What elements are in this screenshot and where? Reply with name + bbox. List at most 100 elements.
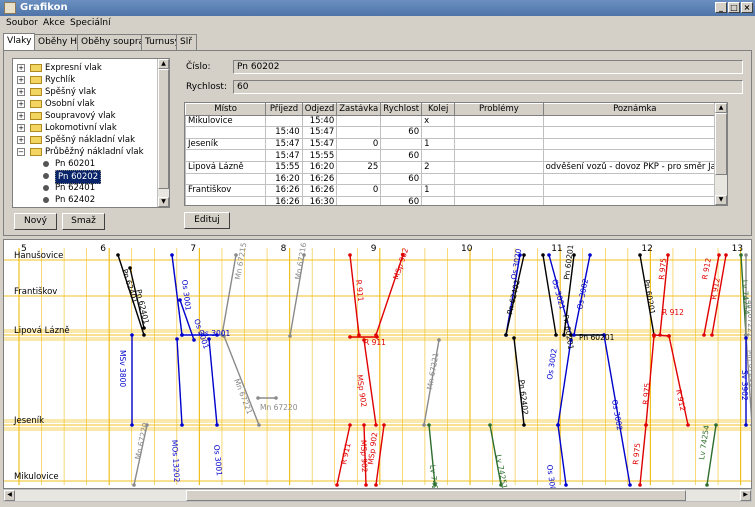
table-cell[interactable]: 15:55 (301, 149, 338, 162)
table-row[interactable]: 16:26 16:30 60 (185, 195, 727, 205)
new-button[interactable]: Nový (14, 213, 57, 230)
table-cell[interactable]: 16:20 (301, 160, 338, 174)
scroll-up-icon[interactable]: ▲ (715, 103, 727, 113)
collapse-icon[interactable]: − (17, 148, 25, 156)
table-row[interactable]: Františkov 16:26 16:26 0 1 (185, 184, 727, 197)
table-cell[interactable]: 15:47 (301, 126, 338, 139)
tab-obehy-hv[interactable]: Oběhy HV (34, 34, 83, 50)
table-cell[interactable] (454, 126, 544, 139)
table-cell[interactable] (185, 126, 267, 139)
expand-icon[interactable]: + (17, 136, 25, 144)
table-cell[interactable]: 16:26 (301, 184, 338, 197)
maximize-button[interactable]: □ (728, 2, 740, 13)
table-cell[interactable]: 1 (421, 184, 456, 197)
scroll-left-icon[interactable]: ◀ (4, 490, 15, 501)
tree-scrollbar[interactable]: ▲ ▼ (157, 59, 169, 207)
table-cell[interactable]: Jeseník (185, 137, 267, 151)
graph-horizontal-scrollbar[interactable]: ◀ ▶ (3, 489, 752, 502)
menu-soubor[interactable]: Soubor (6, 18, 38, 28)
column-header[interactable]: Rychlost (380, 103, 423, 116)
train-graph[interactable]: Hanušovice Františkov Lipová Lázně Jeseník M… (3, 239, 752, 489)
table-cell[interactable] (380, 160, 423, 174)
train-path[interactable] (557, 424, 567, 486)
table-cell[interactable] (454, 137, 544, 151)
table-cell[interactable]: 60 (380, 126, 423, 139)
table-row[interactable]: Mikulovice 15:40 x (185, 114, 727, 128)
table-cell[interactable] (542, 149, 727, 162)
table-cell[interactable] (380, 114, 423, 128)
table-cell[interactable]: 16:26 (301, 172, 338, 186)
table-cell[interactable] (542, 114, 727, 128)
column-header[interactable]: Poznámka (542, 103, 727, 116)
table-row[interactable]: 15:40 15:47 60 (185, 126, 727, 139)
table-cell[interactable] (336, 149, 382, 162)
table-cell[interactable] (454, 160, 544, 174)
table-cell[interactable] (380, 184, 423, 197)
table-cell[interactable] (454, 114, 544, 128)
table-row[interactable]: 16:20 16:26 60 (185, 172, 727, 186)
table-cell[interactable] (454, 195, 544, 205)
train-path[interactable] (668, 335, 689, 426)
table-cell[interactable] (185, 149, 267, 162)
table-cell[interactable]: 0 (336, 137, 382, 151)
table-cell[interactable]: 15:55 (265, 160, 303, 174)
scroll-thumb[interactable] (715, 113, 727, 175)
table-cell[interactable] (380, 137, 423, 151)
scroll-thumb[interactable] (186, 490, 686, 501)
table-cell[interactable]: 60 (380, 172, 423, 186)
column-header[interactable]: Odjezd (301, 103, 338, 116)
table-cell[interactable] (542, 126, 727, 139)
scroll-down-icon[interactable]: ▼ (158, 197, 169, 207)
expand-icon[interactable]: + (17, 124, 25, 132)
table-cell[interactable] (454, 172, 544, 186)
table-cell[interactable]: Mikulovice (185, 114, 267, 128)
scroll-up-icon[interactable]: ▲ (158, 59, 169, 69)
table-cell[interactable] (185, 172, 267, 186)
column-header[interactable]: Problémy (454, 103, 544, 116)
table-cell[interactable]: 16:20 (265, 172, 303, 186)
table-cell[interactable]: 2 (421, 160, 456, 174)
table-cell[interactable] (265, 114, 303, 128)
menu-akce[interactable]: Akce (43, 18, 65, 28)
train-path[interactable] (653, 334, 670, 337)
table-cell[interactable]: 0 (336, 184, 382, 197)
table-cell[interactable] (454, 184, 544, 197)
table-cell[interactable]: x (421, 114, 456, 128)
table-cell[interactable] (454, 149, 544, 162)
table-cell[interactable] (336, 172, 382, 186)
scroll-thumb[interactable] (158, 69, 169, 189)
scroll-down-icon[interactable]: ▼ (715, 195, 727, 205)
train-graph-canvas[interactable]: HanušoviceFrantiškovLipová LázněJeseníkM… (4, 240, 752, 489)
table-row[interactable]: Jeseník 15:47 15:47 0 1 (185, 137, 727, 151)
table-cell[interactable]: 16:26 (265, 184, 303, 197)
expand-icon[interactable]: + (17, 76, 25, 84)
table-cell[interactable] (421, 172, 456, 186)
train-tree[interactable]: + Expresní vlak + Rychlík + Spěšný vlak + Os… (12, 58, 170, 208)
table-row[interactable]: Lipová Lázně 15:55 16:20 25 2 odvěšení vozů -… (185, 160, 727, 174)
tab-vlaky[interactable]: Vlaky (3, 33, 35, 50)
expand-icon[interactable]: + (17, 112, 25, 120)
table-cell[interactable] (336, 114, 382, 128)
close-button[interactable]: × (741, 2, 753, 13)
tab-slr[interactable]: Slř (176, 34, 197, 50)
delete-button[interactable]: Smaž (62, 213, 105, 230)
column-header[interactable]: Místo (185, 103, 267, 116)
scroll-right-icon[interactable]: ▶ (740, 490, 751, 501)
table-cell[interactable]: 25 (336, 160, 382, 174)
table-cell[interactable] (421, 126, 456, 139)
table-cell[interactable] (336, 126, 382, 139)
table-cell[interactable]: Františkov (185, 184, 267, 197)
table-cell[interactable]: 15:47 (265, 149, 303, 162)
tab-obehy-souprav[interactable]: Oběhy souprav (77, 34, 149, 50)
train-path[interactable] (542, 254, 557, 336)
table-cell[interactable]: Lipová Lázně (185, 160, 267, 174)
train-path[interactable] (221, 254, 237, 336)
table-cell[interactable]: 15:47 (301, 137, 338, 151)
table-cell[interactable]: 16:30 (301, 195, 338, 205)
table-cell[interactable] (542, 195, 727, 205)
speed-field[interactable]: 60 (233, 80, 743, 94)
column-header[interactable]: Zastávka (336, 103, 382, 116)
number-field[interactable]: Pn 60202 (233, 60, 743, 74)
table-cell[interactable] (185, 195, 267, 205)
table-cell[interactable] (542, 172, 727, 186)
